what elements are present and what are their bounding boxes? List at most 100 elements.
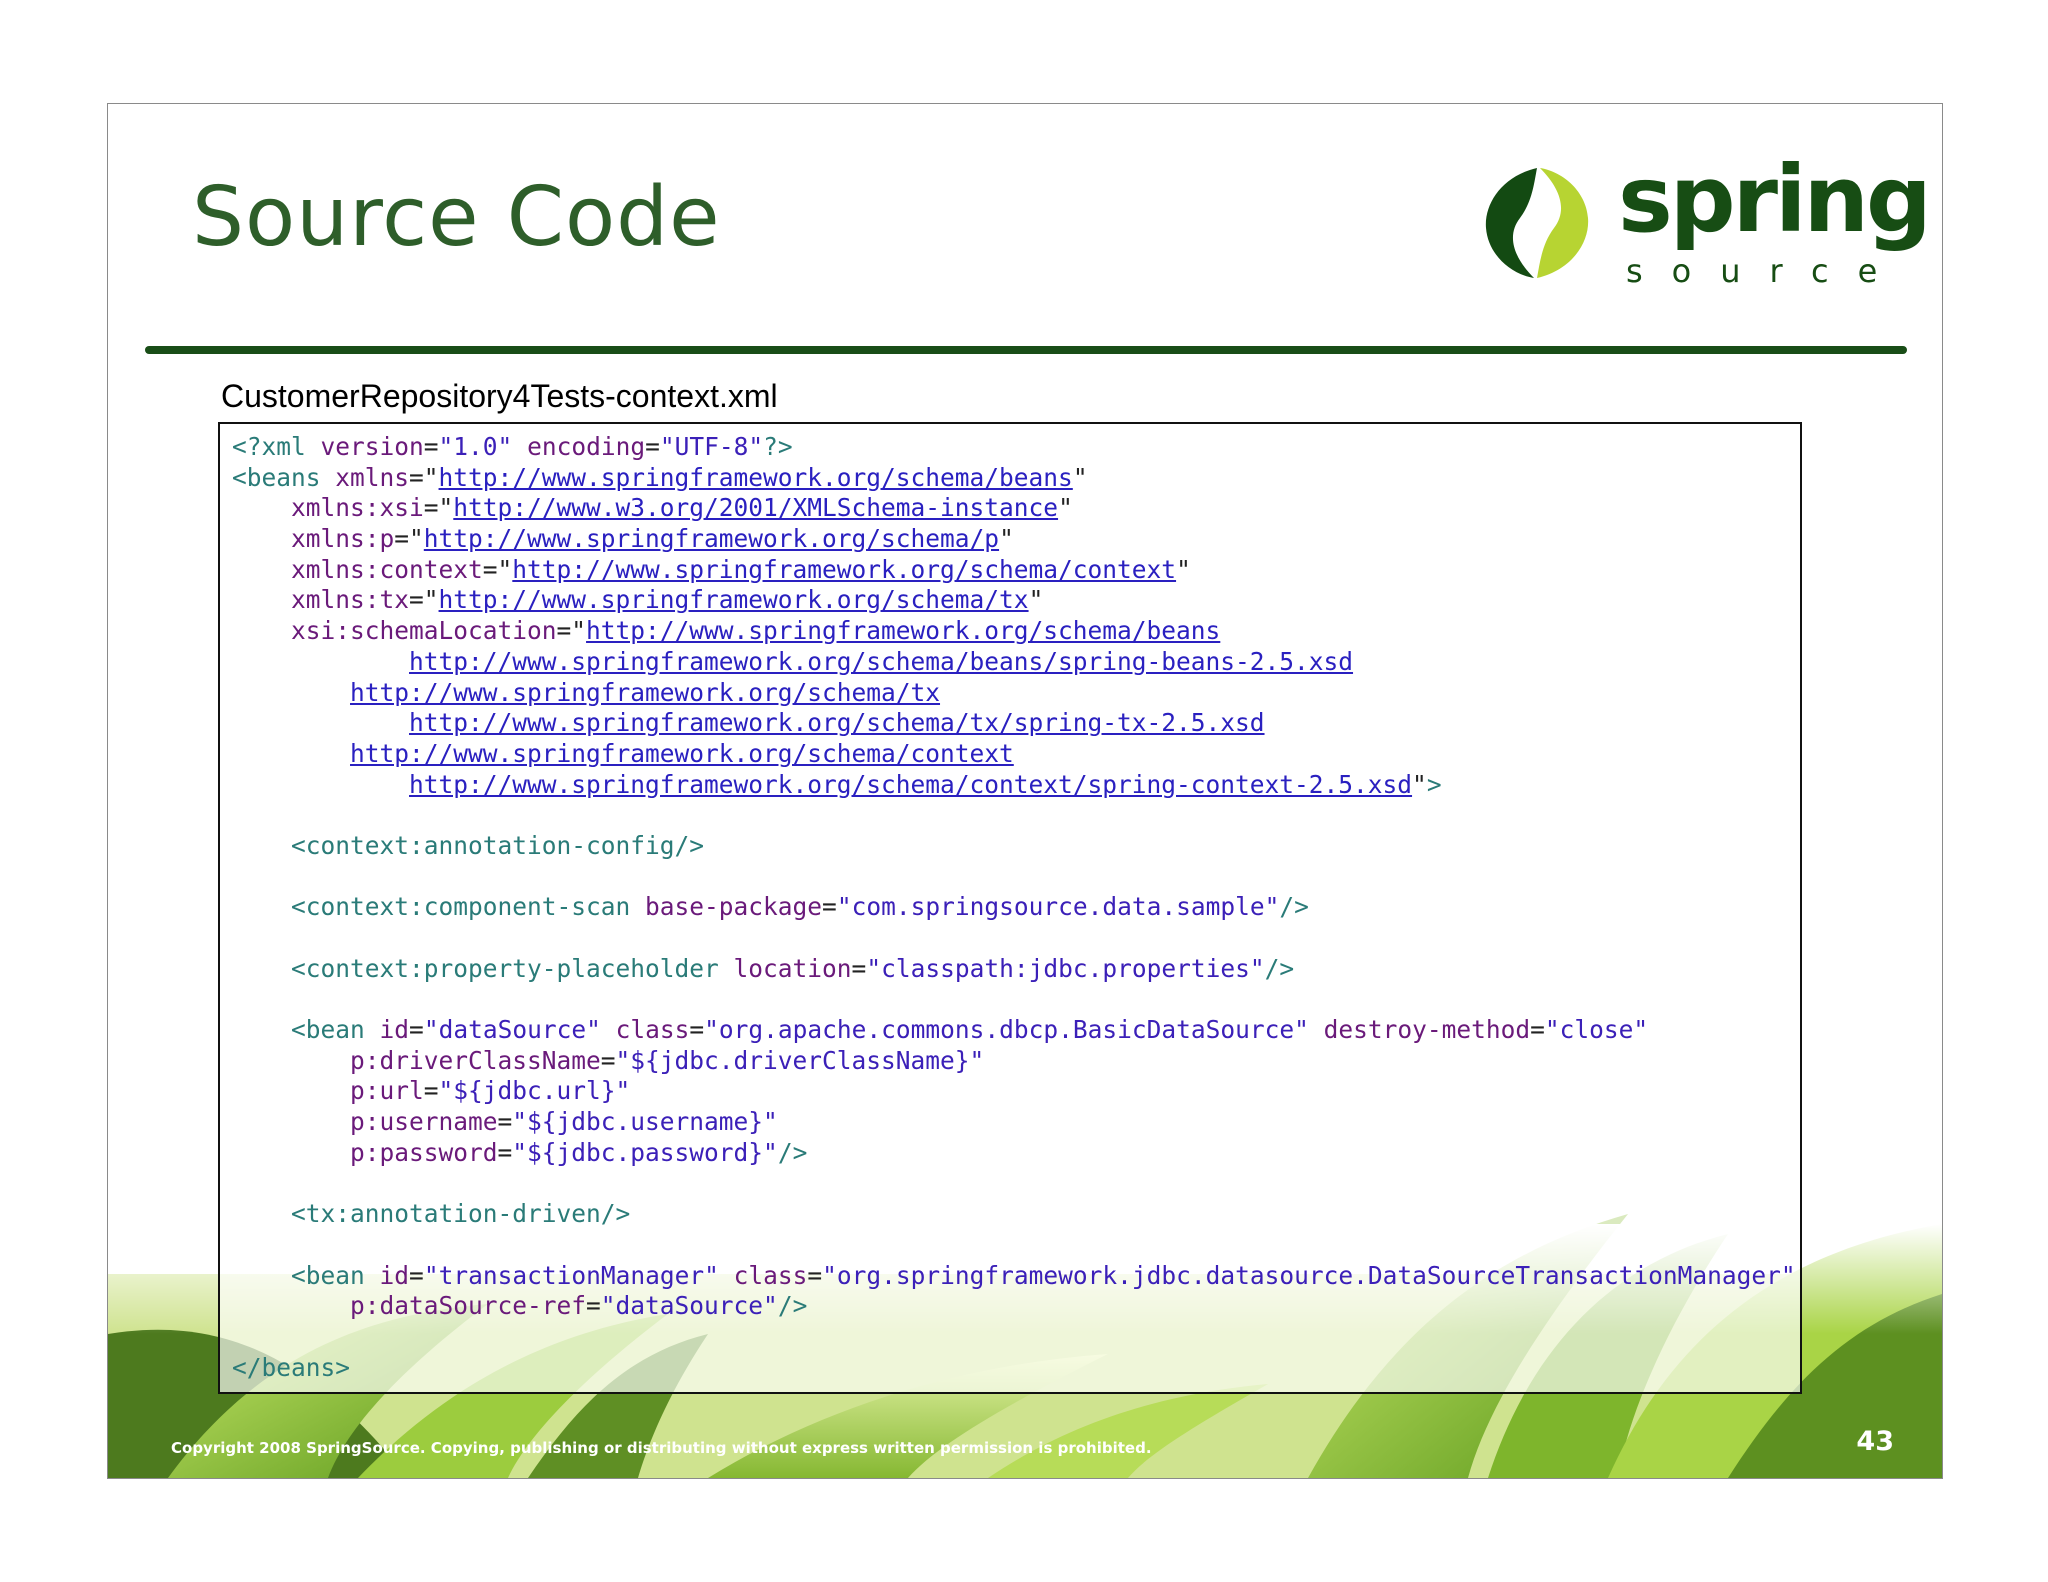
code-link[interactable]: http://www.springframework.org/schema/tx bbox=[350, 678, 940, 707]
code-line: <context:annotation-config/> bbox=[232, 831, 1800, 862]
code-line: http://www.springframework.org/schema/tx… bbox=[232, 708, 1800, 739]
code-line: xmlns:tx="http://www.springframework.org… bbox=[232, 585, 1800, 616]
code-token: = bbox=[600, 1045, 616, 1075]
code-token: /> bbox=[777, 1137, 808, 1167]
code-link[interactable]: http://www.springframework.org/schema/co… bbox=[409, 770, 1412, 799]
code-token: "org.springframework.jdbc.datasource.Dat… bbox=[822, 1260, 1796, 1290]
code-box: <?xml version="1.0" encoding="UTF-8"?> <b… bbox=[218, 422, 1802, 1394]
code-line: <bean id="dataSource" class="org.apache.… bbox=[232, 1015, 1800, 1046]
code-token: <beans bbox=[232, 462, 336, 492]
code-token: version bbox=[320, 432, 424, 461]
code-token: class bbox=[615, 1015, 690, 1045]
code-link[interactable]: http://www.springframework.org/schema/be… bbox=[439, 463, 1073, 492]
code-link[interactable]: http://www.springframework.org/schema/tx bbox=[439, 585, 1029, 614]
code-link[interactable]: http://www.springframework.org/schema/tx… bbox=[409, 708, 1265, 737]
code-token: = bbox=[645, 432, 660, 461]
code-link[interactable]: http://www.springframework.org/schema/be… bbox=[586, 616, 1220, 645]
code-token: <context:property-placeholder bbox=[291, 953, 734, 983]
code-line: <context:property-placeholder location="… bbox=[232, 954, 1800, 985]
code-link[interactable]: http://www.springframework.org/schema/co… bbox=[350, 739, 1014, 768]
code-line: </beans> bbox=[232, 1353, 1800, 1384]
code-token: p:driverClassName bbox=[350, 1045, 601, 1075]
code-line: p:username="${jdbc.username}" bbox=[232, 1107, 1800, 1138]
code-token: = bbox=[851, 953, 867, 983]
code-token: </beans> bbox=[232, 1352, 351, 1382]
code-token: "1.0" bbox=[438, 432, 528, 461]
code-link[interactable]: http://www.springframework.org/schema/co… bbox=[512, 555, 1176, 584]
code-line: p:driverClassName="${jdbc.driverClassNam… bbox=[232, 1046, 1800, 1077]
code-token: <context:component-scan bbox=[291, 892, 646, 922]
code-token: xmlns:tx bbox=[291, 585, 410, 615]
code-token: " bbox=[1072, 462, 1088, 492]
code-token: =" bbox=[394, 524, 424, 554]
code-token: = bbox=[497, 1137, 513, 1167]
code-link[interactable]: http://www.w3.org/2001/XMLSchema-instanc… bbox=[453, 493, 1058, 522]
file-title: CustomerRepository4Tests-context.xml bbox=[221, 378, 778, 414]
code-token: <context:annotation-config/> bbox=[291, 830, 705, 860]
code-token: <tx:annotation-driven/> bbox=[291, 1199, 631, 1229]
code-token: "UTF-8" bbox=[659, 432, 764, 461]
code-token: <bean bbox=[291, 1015, 380, 1045]
code-line: http://www.springframework.org/schema/tx bbox=[232, 678, 1800, 709]
code-token: xmlns bbox=[335, 462, 410, 492]
code-token: " bbox=[1058, 493, 1073, 523]
slide-title: Source Code bbox=[192, 170, 721, 265]
code-token: = bbox=[497, 1107, 513, 1137]
code-token: = bbox=[822, 892, 837, 922]
code-line: http://www.springframework.org/schema/co… bbox=[232, 739, 1800, 770]
code-line: xmlns:xsi="http://www.w3.org/2001/XMLSch… bbox=[232, 493, 1800, 524]
code-token: "${jdbc.username}" bbox=[512, 1107, 778, 1137]
code-line: <?xml version="1.0" encoding="UTF-8"?> bbox=[232, 432, 1800, 463]
code-token: /> bbox=[1264, 953, 1295, 983]
code-token: xmlns:context bbox=[291, 554, 483, 584]
code-token: " bbox=[1412, 769, 1427, 799]
code-token: /> bbox=[777, 1291, 808, 1321]
code-token: = bbox=[807, 1260, 823, 1290]
code-token: id bbox=[379, 1015, 410, 1045]
code-token: "${jdbc.password}" bbox=[512, 1137, 778, 1167]
code-token: =" bbox=[423, 493, 454, 523]
code-token: "org.apache.commons.dbcp.BasicDataSource… bbox=[704, 1015, 1324, 1045]
code-token: encoding bbox=[527, 432, 646, 461]
code-link[interactable]: http://www.springframework.org/schema/be… bbox=[409, 647, 1353, 676]
code-line: p:password="${jdbc.password}"/> bbox=[232, 1138, 1800, 1169]
code-token: p:url bbox=[350, 1076, 424, 1106]
code-token: > bbox=[1426, 769, 1442, 799]
code-token: =" bbox=[409, 462, 439, 492]
code-token: " bbox=[1176, 554, 1191, 584]
code-link[interactable]: http://www.springframework.org/schema/p bbox=[424, 524, 999, 553]
code-token: p:dataSource-ref bbox=[350, 1291, 587, 1321]
code-token: ?> bbox=[763, 432, 793, 461]
code-block: <?xml version="1.0" encoding="UTF-8"?> <b… bbox=[220, 424, 1800, 1383]
code-line: xmlns:context="http://www.springframewor… bbox=[232, 555, 1800, 586]
code-line: http://www.springframework.org/schema/co… bbox=[232, 770, 1800, 801]
code-line: <beans xmlns="http://www.springframework… bbox=[232, 463, 1800, 494]
code-token: xsi:schemaLocation bbox=[291, 616, 557, 646]
code-token: "close" bbox=[1544, 1015, 1649, 1045]
code-token: /> bbox=[1279, 892, 1309, 922]
code-token: =" bbox=[409, 585, 439, 615]
code-token: "transactionManager" bbox=[423, 1260, 734, 1290]
code-token: xmlns:xsi bbox=[291, 493, 424, 523]
